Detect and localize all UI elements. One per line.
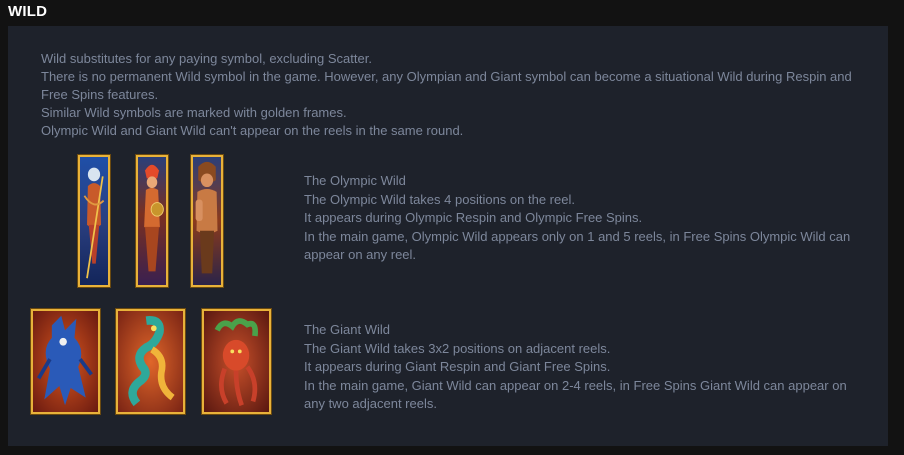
section-title: WILD (8, 3, 48, 20)
giant-wild-line: The Giant Wild takes 3x2 positions on ad… (304, 340, 611, 356)
olympic-wild-line: In the main game, Olympic Wild appears o… (304, 228, 851, 263)
serpent-giant-wild-icon (116, 309, 185, 414)
amazon-warrior-wild-icon (136, 155, 168, 287)
intro-line: Olympic Wild and Giant Wild can't appear… (41, 123, 464, 138)
poseidon-wild-icon (78, 155, 110, 287)
wild-intro-text: Wild substitutes for any paying symbol, … (41, 50, 861, 140)
intro-line: There is no permanent Wild symbol in the… (41, 69, 852, 102)
blue-giant-wild-icon (31, 309, 100, 414)
giant-wild-description: The Giant Wild The Giant Wild takes 3x2 … (304, 321, 864, 414)
giant-wild-line: In the main game, Giant Wild can appear … (304, 377, 847, 412)
olympic-wild-title: The Olympic Wild (304, 173, 406, 188)
olympic-wild-line: The Olympic Wild takes 4 positions on th… (304, 191, 575, 207)
hercules-wild-icon (191, 155, 223, 287)
tentacle-giant-wild-icon (202, 309, 271, 414)
olympic-wild-description: The Olympic Wild The Olympic Wild takes … (304, 172, 864, 265)
wild-info-panel: Wild substitutes for any paying symbol, … (8, 26, 888, 446)
giant-wild-line: It appears during Giant Respin and Giant… (304, 359, 611, 374)
intro-line: Similar Wild symbols are marked with gol… (41, 105, 347, 120)
giant-wild-title: The Giant Wild (304, 322, 390, 337)
intro-line: Wild substitutes for any paying symbol, … (41, 51, 372, 66)
olympic-wild-line: It appears during Olympic Respin and Oly… (304, 210, 643, 225)
